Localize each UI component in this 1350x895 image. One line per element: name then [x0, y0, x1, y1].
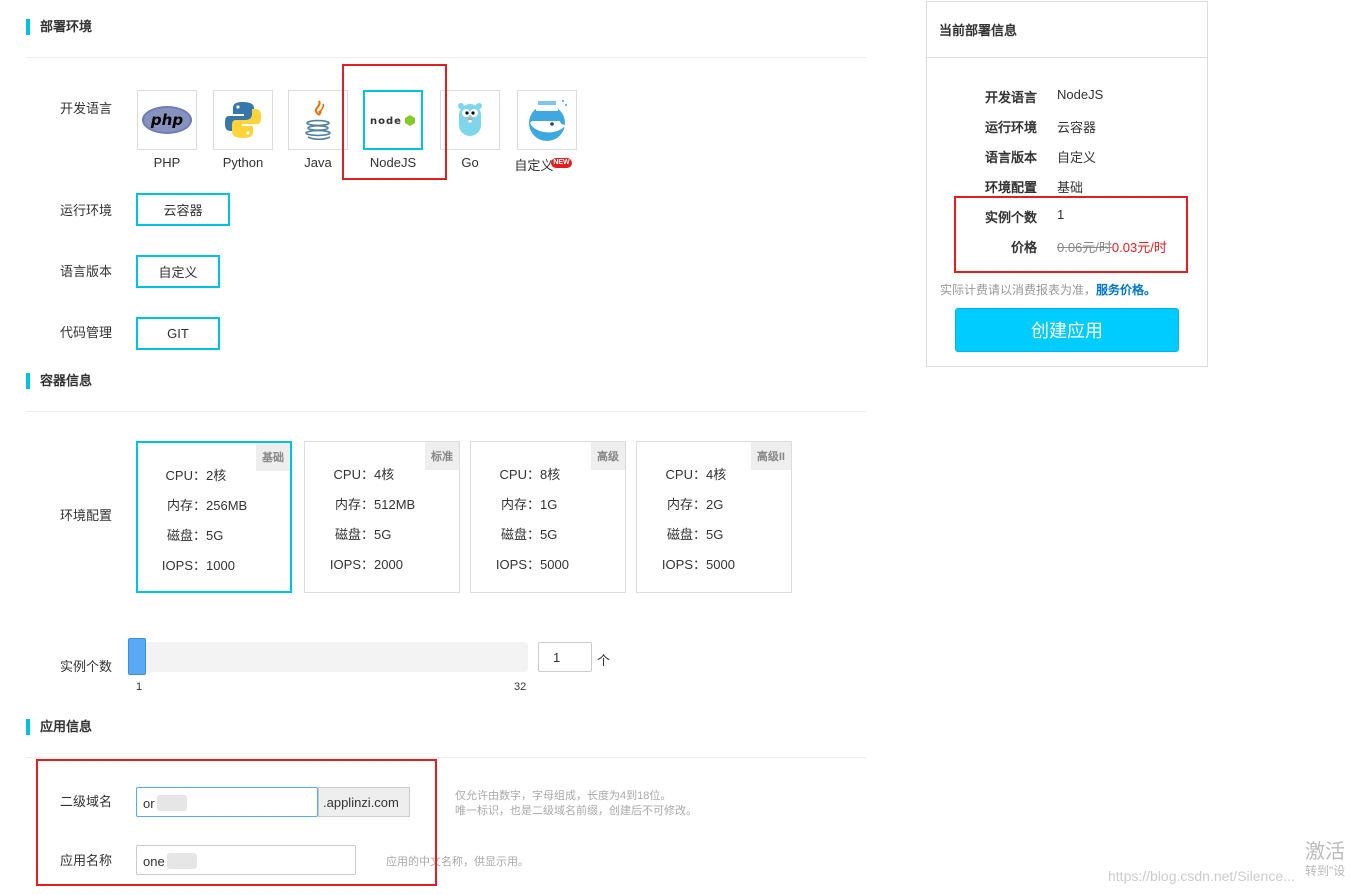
- highlight-box-nodejs: [342, 64, 447, 180]
- label-dev-language: 开发语言: [60, 101, 113, 116]
- label-code-mgmt: 代码管理: [60, 325, 113, 340]
- service-price-link[interactable]: 服务价格。: [1096, 283, 1156, 297]
- spec-card-advanced[interactable]: 高级 CPU：8核 内存：1G 磁盘：5G IOPS：5000: [470, 441, 626, 593]
- spec-tag: 高级II: [750, 442, 791, 470]
- section-title-container-info: 容器信息: [26, 373, 92, 389]
- subdomain-hint-1: 仅允许由数字，字母组成，长度为4到18位。: [455, 790, 672, 802]
- code-option-git[interactable]: GIT: [136, 317, 220, 350]
- instance-unit: 个: [597, 653, 611, 668]
- spec-iops: IOPS：5000: [661, 557, 735, 572]
- spec-card-advanced-ii[interactable]: 高级II CPU：4核 内存：2G 磁盘：5G IOPS：5000: [636, 441, 792, 593]
- divider: [26, 411, 866, 412]
- spec-disk: 磁盘：5G: [166, 528, 224, 543]
- highlight-box-price: [954, 196, 1188, 273]
- java-logo-icon: [305, 100, 331, 141]
- label-runtime-env: 运行环境: [60, 203, 113, 218]
- spec-disk: 磁盘：5G: [334, 527, 392, 542]
- highlight-box-app-info: [36, 759, 437, 886]
- slider-max-label: 32: [514, 681, 527, 693]
- docker-whale-icon: [529, 100, 567, 141]
- activate-watermark-sub: 转到"设: [1305, 864, 1346, 878]
- spec-mem: 内存：2G: [666, 497, 724, 512]
- spec-mem: 内存：1G: [500, 497, 558, 512]
- summary-key: 运行环境: [984, 120, 1037, 135]
- deploy-summary-panel: 当前部署信息 开发语言 NodeJS 运行环境 云容器 语言版本 自定义 环境配…: [926, 1, 1208, 367]
- go-gopher-icon: [458, 103, 482, 136]
- summary-key: 语言版本: [984, 150, 1037, 165]
- summary-value: 自定义: [1057, 150, 1097, 165]
- create-app-button[interactable]: 创建应用: [955, 308, 1179, 352]
- slider-min-label: 1: [136, 681, 143, 693]
- instance-slider-handle[interactable]: [128, 638, 146, 675]
- divider: [26, 57, 866, 58]
- section-title-app-info: 应用信息: [26, 719, 92, 735]
- subdomain-hint-2: 唯一标识，也是二级域名前缀，创建后不可修改。: [455, 805, 697, 817]
- summary-value: 基础: [1057, 180, 1084, 195]
- spec-mem: 内存：512MB: [334, 497, 416, 512]
- spec-disk: 磁盘：5G: [666, 527, 724, 542]
- billing-note: 实际计费请以消费报表为准，服务价格。: [940, 283, 1157, 297]
- spec-tag: 高级: [591, 442, 625, 470]
- language-option-python[interactable]: [213, 90, 273, 150]
- runtime-option-cloud-container[interactable]: 云容器: [136, 193, 230, 226]
- summary-key: 环境配置: [984, 180, 1037, 195]
- spec-iops: IOPS：1000: [161, 558, 235, 573]
- label-instance-count: 实例个数: [60, 659, 113, 674]
- spec-cpu: CPU：8核: [499, 467, 561, 482]
- language-name-custom-text: 自定义: [514, 158, 554, 173]
- summary-key: 开发语言: [984, 90, 1037, 105]
- svg-text:php: php: [150, 111, 183, 129]
- spec-disk: 磁盘：5G: [500, 527, 558, 542]
- label-lang-version: 语言版本: [60, 264, 113, 279]
- spec-card-standard[interactable]: 标准 CPU：4核 内存：512MB 磁盘：5G IOPS：2000: [304, 441, 460, 593]
- spec-iops: IOPS：2000: [329, 557, 403, 572]
- spec-mem: 内存：256MB: [166, 498, 248, 513]
- language-option-go[interactable]: [440, 90, 500, 150]
- new-badge: NEW: [551, 158, 572, 168]
- spec-cpu: CPU：4核: [333, 467, 395, 482]
- language-option-custom[interactable]: [517, 90, 577, 150]
- activate-watermark: 激活: [1305, 841, 1345, 863]
- instance-count-input[interactable]: 1: [538, 642, 592, 672]
- spec-tag: 标准: [425, 442, 459, 470]
- divider: [26, 757, 866, 758]
- php-logo-icon: php: [142, 106, 192, 134]
- url-watermark: https://blog.csdn.net/Silence...: [1108, 868, 1295, 884]
- language-option-php[interactable]: php: [137, 90, 197, 150]
- spec-card-basic[interactable]: 基础 CPU：2核 内存：256MB 磁盘：5G IOPS：1000: [136, 441, 292, 593]
- spec-cpu: CPU：4核: [665, 467, 727, 482]
- language-name-php: PHP: [153, 155, 181, 170]
- spec-iops: IOPS：5000: [495, 557, 569, 572]
- spec-cpu: CPU：2核: [165, 468, 227, 483]
- instance-slider-track[interactable]: [128, 638, 528, 675]
- language-name-python: Python: [222, 155, 264, 170]
- spec-tag: 基础: [256, 443, 290, 471]
- version-option-custom[interactable]: 自定义: [136, 255, 220, 288]
- summary-title: 当前部署信息: [927, 2, 1207, 58]
- section-title-deploy-env: 部署环境: [26, 19, 92, 35]
- summary-value: 云容器: [1057, 120, 1097, 135]
- language-option-java[interactable]: [288, 90, 348, 150]
- python-logo-icon: [225, 102, 261, 138]
- summary-value: NodeJS: [1057, 87, 1104, 102]
- language-name-custom: 自定义NEW: [503, 155, 583, 174]
- label-env-config: 环境配置: [60, 508, 113, 523]
